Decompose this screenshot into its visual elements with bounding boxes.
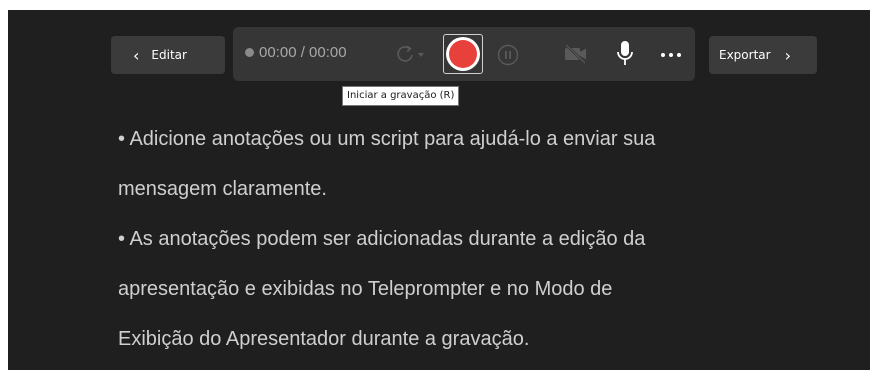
chevron-right-icon: › bbox=[784, 45, 791, 65]
notes-line: apresentação e exibidas no Teleprompter … bbox=[118, 278, 613, 300]
chevron-left-icon: ‹ bbox=[133, 45, 140, 65]
record-icon bbox=[446, 37, 480, 71]
recording-controls: 00:00 / 00:00 bbox=[233, 27, 695, 81]
export-button[interactable]: Exportar › bbox=[709, 36, 817, 74]
edit-button-label: Editar bbox=[151, 48, 187, 62]
microphone-icon[interactable] bbox=[614, 39, 636, 69]
record-tooltip: Iniciar a gravação (R) bbox=[342, 86, 460, 106]
edit-button[interactable]: ‹ Editar bbox=[111, 36, 225, 74]
recording-status-dot bbox=[245, 48, 254, 57]
teleprompter-notes: • Adicione anotações ou um script para a… bbox=[118, 114, 838, 364]
notes-line: mensagem claramente. bbox=[118, 178, 327, 200]
notes-line: Exibição do Apresentador durante a grava… bbox=[118, 328, 530, 350]
recording-timer: 00:00 / 00:00 bbox=[245, 44, 347, 61]
camera-off-icon[interactable] bbox=[563, 42, 589, 66]
record-button[interactable] bbox=[443, 34, 483, 74]
recording-stage: ‹ Editar 00:00 / 00:00 Exportar › Inicia… bbox=[8, 10, 870, 370]
restart-icon[interactable] bbox=[393, 43, 425, 67]
notes-line: • As anotações podem ser adicionadas dur… bbox=[118, 228, 646, 250]
more-options-icon[interactable] bbox=[657, 43, 685, 67]
timer-text: 00:00 / 00:00 bbox=[259, 44, 347, 61]
notes-line: • Adicione anotações ou um script para a… bbox=[118, 128, 656, 150]
pause-icon[interactable] bbox=[496, 43, 520, 67]
export-button-label: Exportar bbox=[719, 48, 771, 62]
